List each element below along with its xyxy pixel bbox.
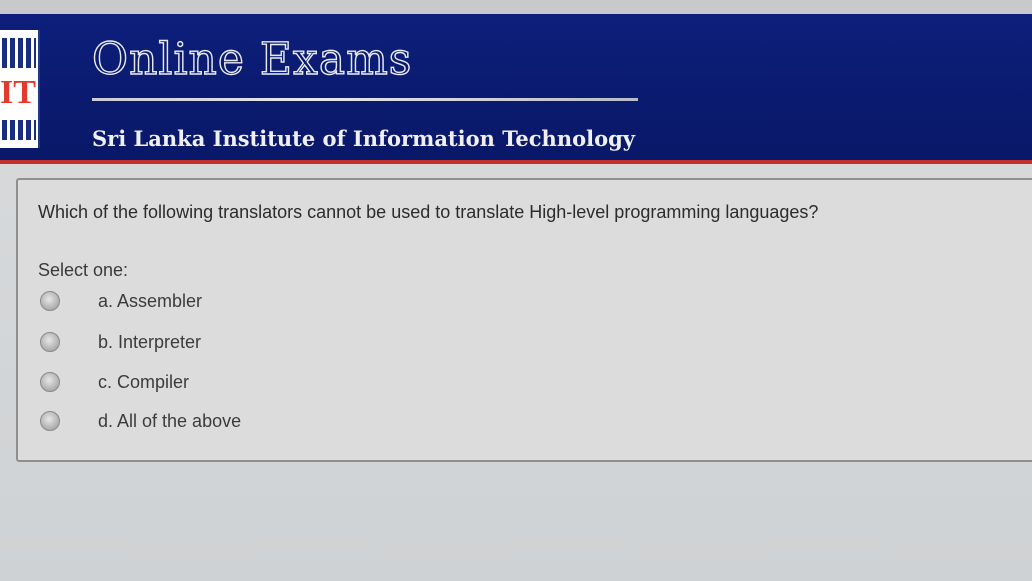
radio-button-icon[interactable] — [40, 291, 60, 311]
option-d[interactable]: d. All of the above — [40, 408, 540, 434]
option-label[interactable]: b. Interpreter — [98, 332, 201, 353]
option-b[interactable]: b. Interpreter — [40, 329, 540, 355]
top-strip — [0, 0, 1032, 14]
logo-text: IT — [0, 74, 36, 111]
radio-button-icon[interactable] — [40, 411, 60, 431]
header-banner: IT Online Exams Sri Lanka Institute of I… — [0, 14, 1032, 164]
option-label[interactable]: a. Assembler — [98, 291, 202, 312]
option-label[interactable]: d. All of the above — [98, 411, 241, 432]
radio-button-icon[interactable] — [40, 332, 60, 352]
radio-button-icon[interactable] — [40, 372, 60, 392]
institute-name: Sri Lanka Institute of Information Techn… — [92, 126, 635, 151]
question-box: Which of the following translators canno… — [16, 178, 1032, 462]
option-a[interactable]: a. Assembler — [40, 288, 540, 314]
page-title: Online Exams — [91, 33, 413, 85]
select-one-label: Select one: — [38, 260, 129, 280]
institute-logo: IT — [0, 30, 40, 148]
page: IT Online Exams Sri Lanka Institute of I… — [0, 0, 1032, 581]
question-text: Which of the following translators canno… — [38, 202, 819, 222]
title-divider — [92, 98, 638, 101]
option-label[interactable]: c. Compiler — [98, 372, 189, 393]
logo-grid-top — [2, 38, 36, 68]
option-c[interactable]: c. Compiler — [40, 369, 540, 395]
logo-grid-bottom — [2, 120, 36, 140]
